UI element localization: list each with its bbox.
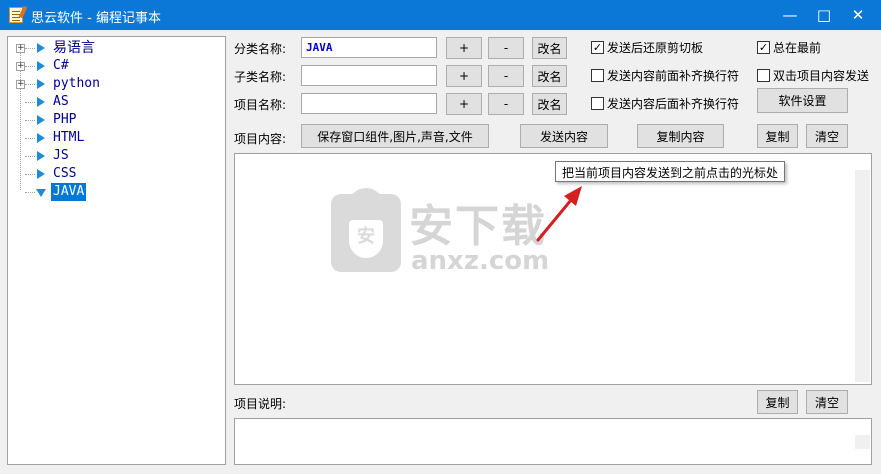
tree-item-label[interactable]: HTML bbox=[51, 129, 86, 147]
tree-item-label[interactable]: AS bbox=[51, 93, 71, 111]
content-scrollbar[interactable] bbox=[855, 170, 870, 382]
checkbox-label[interactable]: 发送内容前面补齐换行符 bbox=[607, 67, 739, 84]
tree-item-php[interactable]: PHP bbox=[8, 111, 208, 129]
folder-arrow-icon bbox=[37, 43, 45, 53]
window-title: 思云软件 - 编程记事本 bbox=[31, 11, 161, 26]
folder-arrow-icon bbox=[37, 79, 45, 89]
watermark-bag-handle bbox=[348, 188, 384, 208]
category-label: 分类名称: bbox=[234, 42, 287, 56]
expand-icon[interactable]: + bbox=[16, 62, 25, 71]
maximize-button[interactable]: □ bbox=[806, 0, 842, 30]
tree-item-python[interactable]: + python bbox=[8, 75, 208, 93]
tree-item-java[interactable]: JAVA bbox=[8, 183, 208, 201]
tree-item-yiyuyan[interactable]: + 易语言 bbox=[8, 39, 208, 57]
content-label: 项目内容: bbox=[234, 132, 287, 146]
description-textarea[interactable] bbox=[234, 418, 872, 465]
watermark-bag-icon: 安 bbox=[331, 188, 401, 272]
remove-category-button[interactable]: - bbox=[488, 37, 524, 59]
tree-branch-line bbox=[25, 84, 35, 85]
item-name-field[interactable] bbox=[301, 93, 437, 114]
expand-icon[interactable]: + bbox=[16, 80, 25, 89]
always-on-top-checkbox[interactable]: ✓ 总在最前 bbox=[757, 39, 821, 55]
tree-branch-line bbox=[25, 102, 35, 103]
copy-content-button[interactable]: 复制内容 bbox=[637, 124, 724, 148]
tree-item-label[interactable]: JAVA bbox=[51, 183, 87, 201]
folder-arrow-icon bbox=[37, 61, 45, 71]
tree-item-html[interactable]: HTML bbox=[8, 129, 208, 147]
tree-item-label[interactable]: PHP bbox=[51, 111, 78, 129]
copy-button[interactable]: 复制 bbox=[757, 124, 798, 148]
subcategory-label: 子类名称: bbox=[234, 70, 287, 84]
item-label: 项目名称: bbox=[234, 98, 287, 112]
tree-branch-line bbox=[25, 48, 35, 49]
rename-category-button[interactable]: 改名 bbox=[532, 37, 567, 59]
watermark-shield-icon: 安 bbox=[349, 220, 383, 258]
send-content-button[interactable]: 发送内容 bbox=[520, 124, 608, 148]
checkbox-label[interactable]: 发送后还原剪切板 bbox=[607, 39, 703, 56]
subcategory-name-field[interactable] bbox=[301, 65, 437, 86]
send-content-tooltip: 把当前项目内容发送到之前点击的光标处 bbox=[555, 161, 786, 182]
remove-subcategory-button[interactable]: - bbox=[488, 65, 524, 87]
checkbox-checked-icon[interactable]: ✓ bbox=[591, 40, 604, 54]
save-components-button[interactable]: 保存窗口组件,图片,声音,文件 bbox=[301, 124, 489, 148]
rename-subcategory-button[interactable]: 改名 bbox=[532, 65, 567, 87]
folder-arrow-icon bbox=[37, 133, 45, 143]
minimize-button[interactable]: — bbox=[772, 0, 808, 30]
checkbox-unchecked-icon[interactable] bbox=[591, 68, 604, 82]
description-clear-button[interactable]: 清空 bbox=[806, 390, 848, 414]
notepad-icon bbox=[9, 7, 23, 23]
folder-open-arrow-icon bbox=[36, 189, 46, 197]
expand-icon[interactable]: + bbox=[16, 44, 25, 53]
tree-item-label[interactable]: C# bbox=[51, 57, 71, 75]
add-item-button[interactable]: + bbox=[446, 93, 482, 115]
tree-branch-line bbox=[25, 156, 35, 157]
title-bar: 思云软件 - 编程记事本 — □ ✕ bbox=[0, 0, 881, 30]
folder-arrow-icon bbox=[37, 115, 45, 125]
tree-branch-line bbox=[25, 138, 35, 139]
restore-clipboard-checkbox[interactable]: ✓ 发送后还原剪切板 bbox=[591, 39, 703, 55]
tree-branch-line bbox=[25, 120, 35, 121]
tree-item-css[interactable]: CSS bbox=[8, 165, 208, 183]
checkbox-label[interactable]: 双击项目内容发送 bbox=[773, 67, 869, 84]
clear-button[interactable]: 清空 bbox=[806, 124, 848, 148]
tree-item-label[interactable]: CSS bbox=[51, 165, 78, 183]
tree-branch-line bbox=[25, 192, 35, 193]
description-copy-button[interactable]: 复制 bbox=[757, 390, 798, 414]
category-tree[interactable]: + 易语言 + C# + python AS PHP HTML JS CSS J… bbox=[7, 36, 226, 465]
checkbox-checked-icon[interactable]: ✓ bbox=[757, 40, 770, 54]
folder-arrow-icon bbox=[37, 97, 45, 107]
tree-branch-line bbox=[25, 174, 35, 175]
checkbox-label[interactable]: 总在最前 bbox=[773, 39, 821, 56]
add-subcategory-button[interactable]: + bbox=[446, 65, 482, 87]
tree-item-js[interactable]: JS bbox=[8, 147, 208, 165]
tree-item-csharp[interactable]: + C# bbox=[8, 57, 208, 75]
add-category-button[interactable]: + bbox=[446, 37, 482, 59]
category-name-field[interactable]: JAVA bbox=[301, 37, 437, 58]
tree-item-label[interactable]: python bbox=[51, 75, 102, 93]
tree-item-as[interactable]: AS bbox=[8, 93, 208, 111]
prefix-newline-checkbox[interactable]: 发送内容前面补齐换行符 bbox=[591, 67, 739, 83]
tree-item-label[interactable]: 易语言 bbox=[51, 39, 97, 57]
rename-item-button[interactable]: 改名 bbox=[532, 93, 567, 115]
suffix-newline-checkbox[interactable]: 发送内容后面补齐换行符 bbox=[591, 95, 739, 111]
folder-arrow-icon bbox=[37, 151, 45, 161]
close-button[interactable]: ✕ bbox=[840, 0, 876, 30]
checkbox-label[interactable]: 发送内容后面补齐换行符 bbox=[607, 95, 739, 112]
doubleclick-send-checkbox[interactable]: 双击项目内容发送 bbox=[757, 67, 869, 83]
checkbox-unchecked-icon[interactable] bbox=[757, 68, 770, 82]
remove-item-button[interactable]: - bbox=[488, 93, 524, 115]
checkbox-unchecked-icon[interactable] bbox=[591, 96, 604, 110]
annotation-arrow-icon bbox=[536, 186, 582, 242]
tree-item-label[interactable]: JS bbox=[51, 147, 71, 165]
folder-arrow-icon bbox=[37, 169, 45, 179]
description-label: 项目说明: bbox=[234, 397, 287, 411]
tree-branch-line bbox=[25, 66, 35, 67]
settings-button[interactable]: 软件设置 bbox=[757, 88, 848, 113]
description-scrollbar[interactable] bbox=[855, 435, 870, 449]
watermark-subtitle: anxz.com bbox=[411, 246, 550, 276]
